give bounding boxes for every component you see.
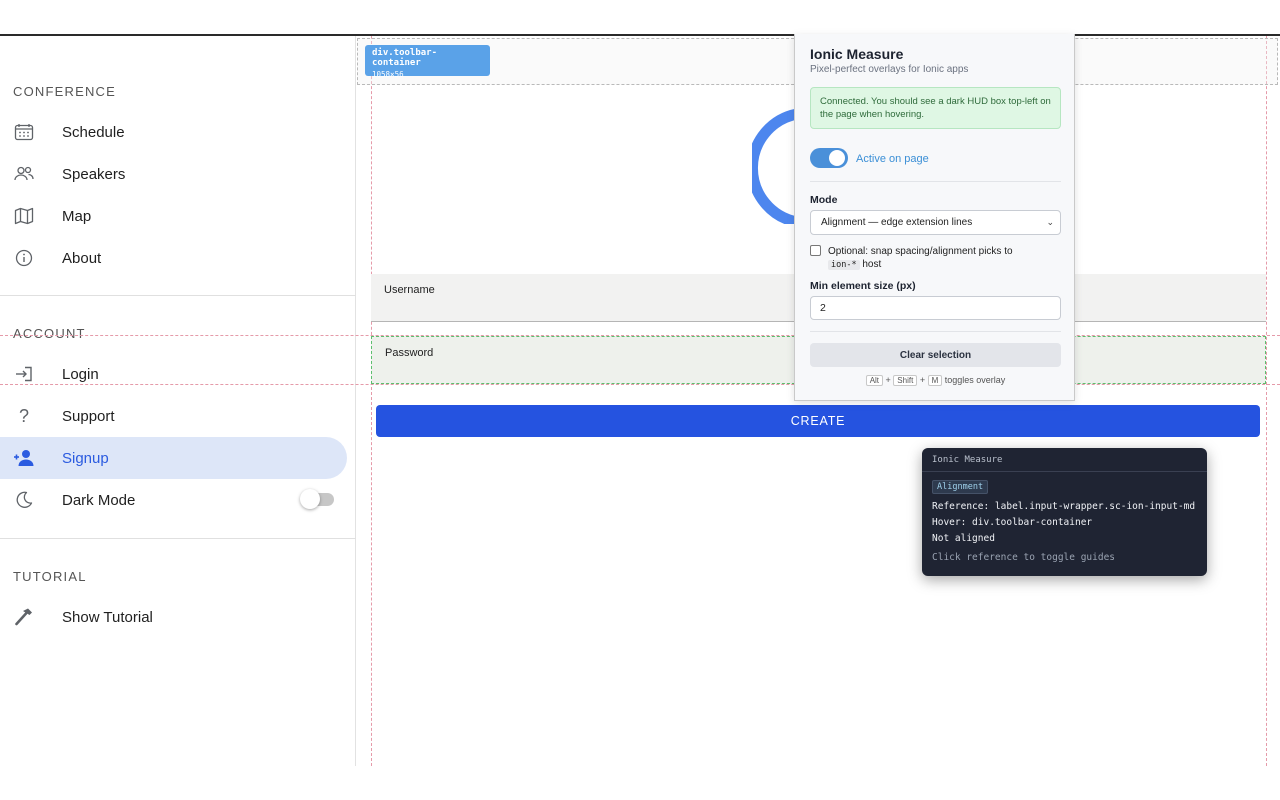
min-size-label: Min element size (px) — [810, 280, 916, 292]
shortcut-hint: Alt + Shift + M toggles overlay — [795, 375, 1076, 386]
password-label: Password — [385, 347, 434, 359]
menu-label: Login — [62, 365, 99, 383]
menu-label: Dark Mode — [62, 491, 136, 509]
measure-hud: Ionic Measure Alignment Reference: label… — [922, 448, 1207, 576]
element-size-text: 1058×56 — [372, 70, 404, 79]
guide-line-right — [1266, 36, 1267, 766]
ionic-measure-popup: Ionic Measure Pixel-perfect overlays for… — [794, 34, 1075, 401]
guide-line-left — [371, 36, 372, 766]
hud-hover: Hover: div.toolbar-container — [932, 517, 1093, 528]
menu-divider — [0, 295, 356, 296]
popup-subtitle: Pixel-perfect overlays for Ionic apps — [810, 64, 969, 75]
guide-line-bottom — [0, 384, 1280, 385]
hud-footer: Click reference to toggle guides — [932, 552, 1116, 563]
username-label: Username — [384, 284, 435, 296]
menu-item-speakers[interactable]: Speakers — [0, 153, 347, 195]
menu-item-show-tutorial[interactable]: Show Tutorial — [0, 596, 347, 638]
hud-divider — [922, 471, 1207, 472]
connection-status: Connected. You should see a dark HUD box… — [810, 87, 1061, 129]
clear-selection-button[interactable]: Clear selection — [810, 343, 1061, 367]
key-m: M — [927, 375, 943, 386]
menu-item-map[interactable]: Map — [0, 195, 347, 237]
snap-checkbox[interactable] — [810, 245, 821, 256]
min-size-input[interactable]: 2 — [810, 296, 1061, 320]
create-button[interactable]: CREATE — [376, 405, 1260, 437]
hud-title: Ionic Measure — [932, 455, 1003, 465]
menu-item-schedule[interactable]: Schedule — [0, 111, 347, 153]
menu-label: About — [62, 249, 102, 267]
element-size-tag: div.toolbar-container 1058×56 — [365, 45, 490, 79]
menu-label: Support — [62, 407, 115, 425]
shortcut-hint-text: toggles overlay — [944, 375, 1006, 385]
section-title-account: ACCOUNT — [13, 326, 86, 341]
chevron-down-icon: ⌄ — [1046, 217, 1054, 227]
menu-label: Show Tutorial — [62, 608, 153, 626]
active-toggle-label: Active on page — [856, 153, 929, 165]
element-selector-text: div.toolbar-container — [372, 48, 438, 68]
snap-text-before: Optional: snap spacing/alignment picks t… — [828, 246, 1013, 257]
hud-result: Not aligned — [932, 533, 995, 544]
popup-divider — [810, 331, 1061, 332]
popup-divider — [810, 181, 1061, 182]
map-icon — [13, 206, 35, 226]
menu-item-support[interactable]: ? Support — [0, 395, 347, 437]
mode-label: Mode — [810, 194, 838, 206]
calendar-icon — [13, 122, 35, 142]
menu-item-dark-mode: Dark Mode — [0, 479, 347, 521]
section-title-conference: CONFERENCE — [13, 84, 117, 99]
dark-mode-toggle-knob[interactable] — [300, 489, 320, 509]
login-icon — [13, 364, 35, 384]
hammer-icon — [13, 607, 35, 627]
menu-label: Signup — [62, 449, 109, 467]
snap-text-after: host — [862, 259, 882, 270]
menu-label: Speakers — [62, 165, 126, 183]
hud-reference: Reference: label.input-wrapper.sc-ion-in… — [932, 501, 1196, 512]
moon-icon — [13, 490, 35, 510]
mode-select-value: Alignment — edge extension lines — [821, 217, 973, 228]
active-toggle-knob[interactable] — [829, 150, 845, 166]
menu-item-about[interactable]: About — [0, 237, 347, 279]
key-alt: Alt — [865, 375, 884, 386]
hud-mode-badge: Alignment — [932, 480, 989, 494]
section-title-tutorial: TUTORIAL — [13, 569, 87, 584]
snap-option-text: Optional: snap spacing/alignment picks t… — [828, 245, 1058, 272]
snap-code: ion-* — [828, 260, 860, 270]
menu-item-signup[interactable]: Signup — [0, 437, 347, 479]
people-icon — [13, 164, 35, 184]
person-add-icon — [13, 448, 35, 468]
mode-select[interactable]: Alignment — edge extension lines ⌄ — [810, 210, 1061, 235]
browser-top-area — [0, 0, 1280, 34]
menu-item-login[interactable]: Login — [0, 353, 347, 395]
info-icon — [13, 248, 35, 268]
menu-divider — [0, 538, 356, 539]
menu-label: Schedule — [62, 123, 125, 141]
popup-title: Ionic Measure — [810, 46, 904, 62]
menu-label: Map — [62, 207, 92, 225]
side-menu: CONFERENCE Schedule Speakers Map About A… — [0, 36, 356, 766]
help-icon: ? — [18, 405, 29, 426]
key-shift: Shift — [893, 375, 918, 386]
